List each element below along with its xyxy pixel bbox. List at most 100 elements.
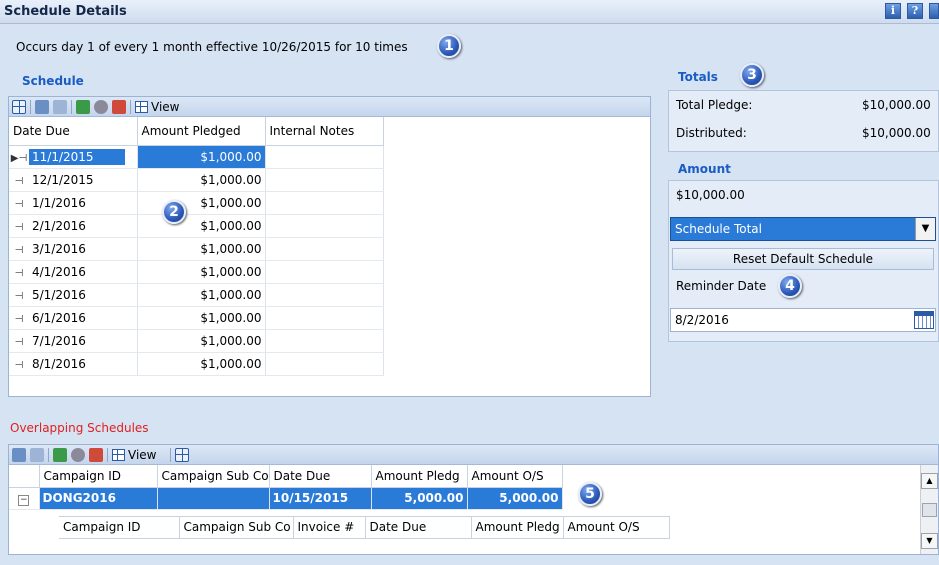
pin-icon[interactable]: ⊣ <box>9 199 29 210</box>
print-icon[interactable] <box>94 99 108 114</box>
cell-amount-pledged: $1,000.00 <box>137 306 266 330</box>
schedule-toolbar: View <box>9 97 650 117</box>
header-spacer <box>9 465 40 488</box>
schedule-table: Date Due Amount Pledged Internal Notes ▶… <box>9 117 384 376</box>
table-row[interactable]: ⊣ 8/1/2016 $1,000.00 <box>9 352 384 376</box>
pin-icon[interactable]: ⊣ <box>9 337 29 348</box>
column-header-campaign-sub-code[interactable]: Campaign Sub Co <box>157 465 270 488</box>
total-pledge-value: $10,000.00 <box>862 98 931 112</box>
excel-icon[interactable] <box>53 447 67 462</box>
column-header-internal-notes[interactable]: Internal Notes <box>265 117 384 146</box>
toolbar-separator <box>48 447 49 462</box>
row-selected-pin-icon[interactable]: ▶⊣ <box>9 153 29 164</box>
table-row[interactable]: ⊣ 4/1/2016 $1,000.00 <box>9 260 384 284</box>
cell-internal-notes[interactable] <box>265 237 384 261</box>
overlapping-vertical-scrollbar[interactable]: ▲ ▼ <box>920 465 938 554</box>
child-column-header-amount-os[interactable]: Amount O/S <box>563 515 670 539</box>
column-header-date-due[interactable]: Date Due <box>269 465 372 488</box>
pin-icon[interactable]: ⊣ <box>9 176 29 187</box>
child-column-header-date-due[interactable]: Date Due <box>365 515 472 539</box>
scroll-up-button[interactable]: ▲ <box>921 473 938 489</box>
child-column-header-amount-pledged[interactable]: Amount Pledg <box>471 515 564 539</box>
table-row[interactable]: ⊣ 5/1/2016 $1,000.00 <box>9 283 384 307</box>
cell-amount-pledged: $1,000.00 <box>137 191 266 215</box>
table-row[interactable]: ⊣ 3/1/2016 $1,000.00 <box>9 237 384 261</box>
cell-internal-notes[interactable] <box>265 352 384 376</box>
grid-icon[interactable] <box>175 447 190 462</box>
view-icon <box>112 448 125 461</box>
row-expander-cell[interactable]: − <box>9 487 40 510</box>
overlapping-schedules-label: Overlapping Schedules <box>10 421 149 435</box>
cell-date-due: ⊣ 4/1/2016 <box>9 260 138 284</box>
scroll-down-button[interactable]: ▼ <box>921 533 938 549</box>
view-button[interactable]: View <box>112 448 156 462</box>
cell-internal-notes[interactable] <box>265 283 384 307</box>
pin-icon[interactable]: ⊣ <box>9 360 29 371</box>
cell-amount-pledged: $1,000.00 <box>137 237 266 261</box>
scroll-thumb[interactable] <box>922 503 937 517</box>
info-icon[interactable]: i <box>885 3 901 19</box>
column-header-date-due[interactable]: Date Due <box>9 117 138 146</box>
cell-internal-notes[interactable] <box>265 329 384 353</box>
filter-icon[interactable] <box>35 99 49 114</box>
callout-badge-4: 4 <box>778 274 802 298</box>
filter-icon[interactable] <box>12 447 26 462</box>
help-icon[interactable]: ? <box>907 3 923 19</box>
pin-icon[interactable]: ⊣ <box>9 222 29 233</box>
grid-icon[interactable] <box>12 99 26 114</box>
schedule-label: Schedule <box>22 74 84 88</box>
child-column-header-invoice[interactable]: Invoice # <box>293 515 366 539</box>
column-header-amount-pledged[interactable]: Amount Pledged <box>137 117 266 146</box>
view-icon <box>135 100 148 113</box>
cell-internal-notes[interactable] <box>265 168 384 192</box>
child-column-header-campaign-sub-code[interactable]: Campaign Sub Co <box>179 515 294 539</box>
pin-icon[interactable]: ⊣ <box>9 314 29 325</box>
date-due-text: 12/1/2015 <box>32 172 94 187</box>
reminder-date-label: Reminder Date <box>676 279 767 293</box>
cell-internal-notes[interactable] <box>265 191 384 215</box>
cell-amount-pledged: 5,000.00 <box>371 487 468 510</box>
reminder-date-field[interactable]: 8/2/2016 <box>670 308 936 332</box>
reset-default-schedule-button[interactable]: Reset Default Schedule <box>672 248 934 270</box>
cell-internal-notes[interactable] <box>265 214 384 238</box>
cell-internal-notes[interactable] <box>265 306 384 330</box>
cell-date-due: ⊣ 12/1/2015 <box>9 168 138 192</box>
table-row[interactable]: ⊣ 6/1/2016 $1,000.00 <box>9 306 384 330</box>
table-row[interactable]: − DONG2016 10/15/2015 5,000.00 5,000.00 <box>9 487 563 510</box>
calendar-icon[interactable] <box>914 311 934 329</box>
search-icon[interactable] <box>112 99 126 114</box>
column-header-amount-os[interactable]: Amount O/S <box>467 465 563 488</box>
table-row[interactable]: ⊣ 12/1/2015 $1,000.00 <box>9 168 384 192</box>
view-button[interactable]: View <box>135 100 179 114</box>
cell-internal-notes[interactable] <box>265 145 384 169</box>
cell-amount-pledged: $1,000.00 <box>137 214 266 238</box>
clear-filter-icon[interactable] <box>53 99 67 114</box>
overlapping-toolbar: View <box>9 445 938 465</box>
cell-internal-notes[interactable] <box>265 260 384 284</box>
overlapping-child-table: Campaign ID Campaign Sub Co Invoice # Da… <box>59 515 670 539</box>
cell-date-due: ⊣ 3/1/2016 <box>9 237 138 261</box>
amount-type-dropdown[interactable]: Schedule Total ▼ <box>670 217 936 241</box>
chevron-down-icon[interactable]: ▼ <box>915 218 935 240</box>
search-icon[interactable] <box>89 447 103 462</box>
column-header-campaign-id[interactable]: Campaign ID <box>39 465 158 488</box>
table-row[interactable]: ⊣ 1/1/2016 $1,000.00 <box>9 191 384 215</box>
pin-icon[interactable]: ⊣ <box>9 268 29 279</box>
clear-filter-icon[interactable] <box>30 447 44 462</box>
table-row[interactable]: ⊣ 7/1/2016 $1,000.00 <box>9 329 384 353</box>
expander-icon[interactable]: − <box>18 494 30 506</box>
pin-icon[interactable]: ⊣ <box>9 245 29 256</box>
pin-icon[interactable]: ⊣ <box>9 291 29 302</box>
excel-icon[interactable] <box>76 99 90 114</box>
table-row[interactable]: ▶⊣ 11/1/2015 $1,000.00 <box>9 145 384 169</box>
table-row[interactable]: ⊣ 2/1/2016 $1,000.00 <box>9 214 384 238</box>
cell-date-due: ▶⊣ 11/1/2015 <box>9 145 138 169</box>
date-due-text: 2/1/2016 <box>32 218 86 233</box>
column-header-amount-pledged[interactable]: Amount Pledg <box>371 465 468 488</box>
extra-icon[interactable] <box>929 3 939 19</box>
title-bar-icons: i ? <box>885 3 939 19</box>
print-icon[interactable] <box>71 447 85 462</box>
toolbar-separator <box>30 99 31 114</box>
amount-value: $10,000.00 <box>676 188 745 202</box>
child-column-header-campaign-id[interactable]: Campaign ID <box>59 515 180 539</box>
